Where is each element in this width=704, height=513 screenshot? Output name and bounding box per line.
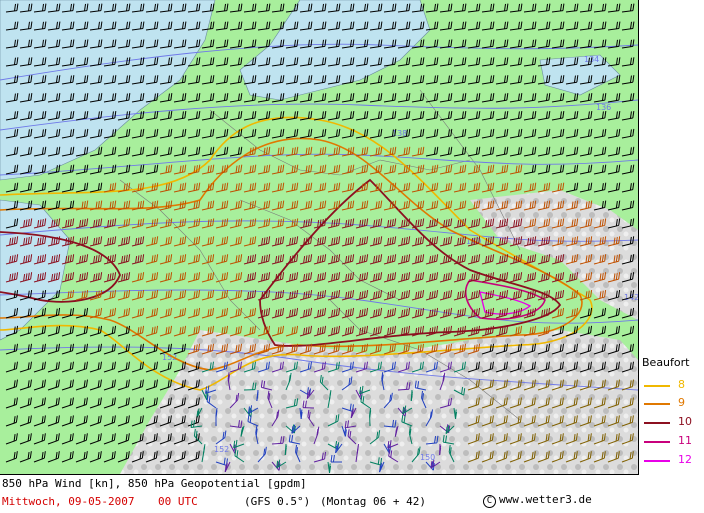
legend-value: 9 [678,396,685,409]
map-title: 850 hPa Wind [kn], 850 hPa Geopotential … [2,477,307,490]
isoline-label: 152 [214,445,229,454]
legend-value: 10 [678,415,692,428]
model-name: (GFS 0.5°) [244,495,311,508]
website-link[interactable]: www.wetter3.de [499,493,592,506]
model-run: (Montag 06 + 42) [320,495,426,508]
legend-item-11: 11 [644,434,700,448]
map-canvas: 134136138140142152152150 [0,0,638,474]
map-footer: 850 hPa Wind [kn], 850 hPa Geopotential … [0,475,638,513]
legend-item-8: 8 [644,378,700,392]
legend-swatch [644,422,670,424]
legend-value: 12 [678,453,692,466]
weather-map-frame: 134 136 138 140 142 152 152 150 Beaufort 8 9 10… [0,0,704,513]
legend-item-9: 9 [644,396,700,410]
isoline-label: 136 [596,103,611,112]
valid-date: Mittwoch, 09-05-2007 [2,495,135,508]
legend-swatch [644,441,670,443]
legend-value: 8 [678,378,685,391]
legend-item-12: 12 [644,453,700,467]
isoline-label: 150 [420,453,435,462]
legend-value: 11 [678,434,692,447]
legend-swatch [644,460,670,462]
legend-swatch [644,385,670,387]
wind-map: 134 136 138 140 142 152 152 150 [0,0,639,475]
legend-item-10: 10 [644,415,700,429]
legend-title: Beaufort [642,356,690,369]
legend-swatch [644,403,670,405]
copyright-icon: C [483,495,496,508]
copyright: Cwww.wetter3.de [483,493,592,508]
valid-time: 00 UTC [158,495,198,508]
